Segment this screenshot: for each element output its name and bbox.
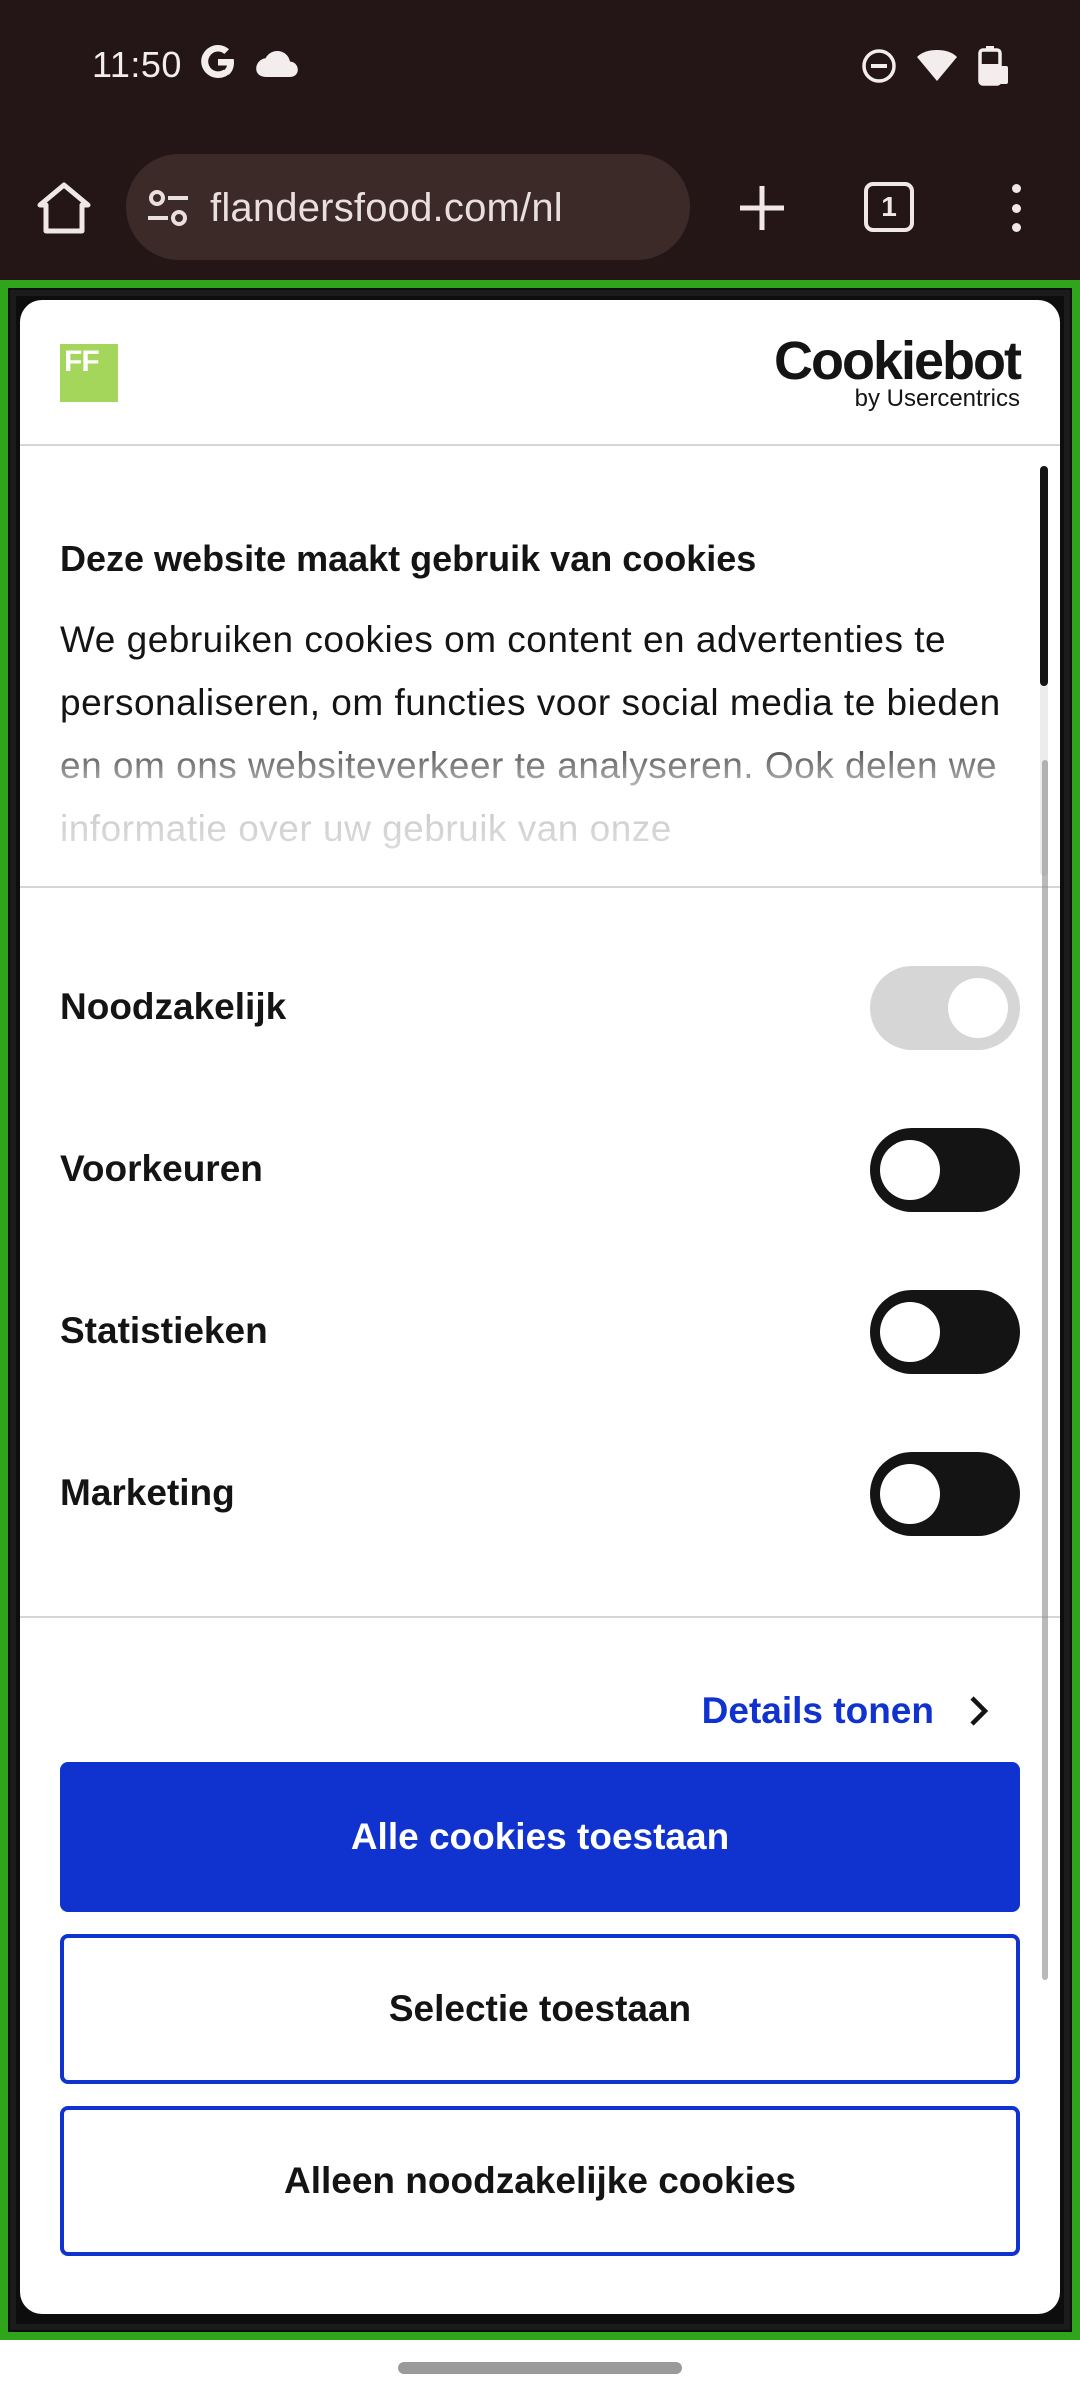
text-fade <box>20 726 1060 886</box>
chevron-right-icon <box>970 1696 989 1726</box>
home-button[interactable] <box>32 176 96 240</box>
home-icon <box>37 182 91 234</box>
toggle-row-preferences: Voorkeuren <box>60 1128 1020 1212</box>
toggle-row-necessary: Noodzakelijk <box>60 966 1020 1050</box>
toggle-row-statistics: Statistieken <box>60 1290 1020 1374</box>
dialog-title: Deze website maakt gebruik van cookies <box>60 538 757 579</box>
allow-selection-button[interactable]: Selectie toestaan <box>60 1934 1020 2084</box>
status-bar: 11:50 <box>0 0 1080 136</box>
do-not-disturb-icon <box>862 49 896 83</box>
status-icons <box>860 46 1010 86</box>
wifi-icon <box>917 50 957 81</box>
address-bar[interactable]: flandersfood.com/nl <box>126 154 690 260</box>
details-link[interactable]: Details tonen <box>702 1690 990 1732</box>
dialog-scrollbar[interactable] <box>1042 760 1048 1980</box>
battery-icon <box>978 46 1008 86</box>
browser-toolbar: flandersfood.com/nl 1 <box>0 136 1080 280</box>
necessary-only-button[interactable]: Alleen noodzakelijke cookies <box>60 2106 1020 2256</box>
cookiebot-logo[interactable]: Cookiebot by Usercentrics <box>774 331 1022 412</box>
site-logo: FF <box>60 344 118 402</box>
details-link-label: Details tonen <box>701 1690 934 1731</box>
tab-count: 1 <box>881 191 897 222</box>
toggle-label: Statistieken <box>60 1310 268 1351</box>
url-text: flandersfood.com/nl <box>210 186 563 230</box>
cookiebot-name: Cookiebot <box>774 331 1022 391</box>
toggle-row-marketing: Marketing <box>60 1452 1020 1536</box>
cloud-icon <box>256 51 298 77</box>
text-scrollbar-thumb[interactable] <box>1040 466 1048 686</box>
necessary-switch <box>870 966 1020 1050</box>
statistics-switch[interactable] <box>870 1290 1020 1374</box>
cookie-consent-dialog: FF Cookiebot by Usercentrics Deze websit… <box>20 300 1060 2314</box>
preferences-switch[interactable] <box>870 1128 1020 1212</box>
toggle-label: Marketing <box>60 1472 235 1513</box>
status-time: 11:50 <box>92 44 182 85</box>
dialog-header: FF Cookiebot by Usercentrics <box>20 300 1060 446</box>
marketing-switch[interactable] <box>870 1452 1020 1536</box>
allow-all-button[interactable]: Alle cookies toestaan <box>60 1762 1020 1912</box>
new-tab-icon[interactable] <box>730 176 794 240</box>
consent-toggles: Noodzakelijk Voorkeuren Statistieken Mar… <box>20 888 1060 1618</box>
tabs-button[interactable]: 1 <box>864 182 914 232</box>
site-settings-icon[interactable] <box>146 186 190 230</box>
home-gesture-bar[interactable] <box>398 2362 682 2374</box>
more-menu-icon[interactable] <box>1000 178 1032 238</box>
cookie-description: Deze website maakt gebruik van cookies W… <box>20 446 1060 888</box>
toggle-label: Noodzakelijk <box>60 986 287 1027</box>
google-g-icon <box>201 45 234 78</box>
toggle-label: Voorkeuren <box>60 1148 263 1189</box>
